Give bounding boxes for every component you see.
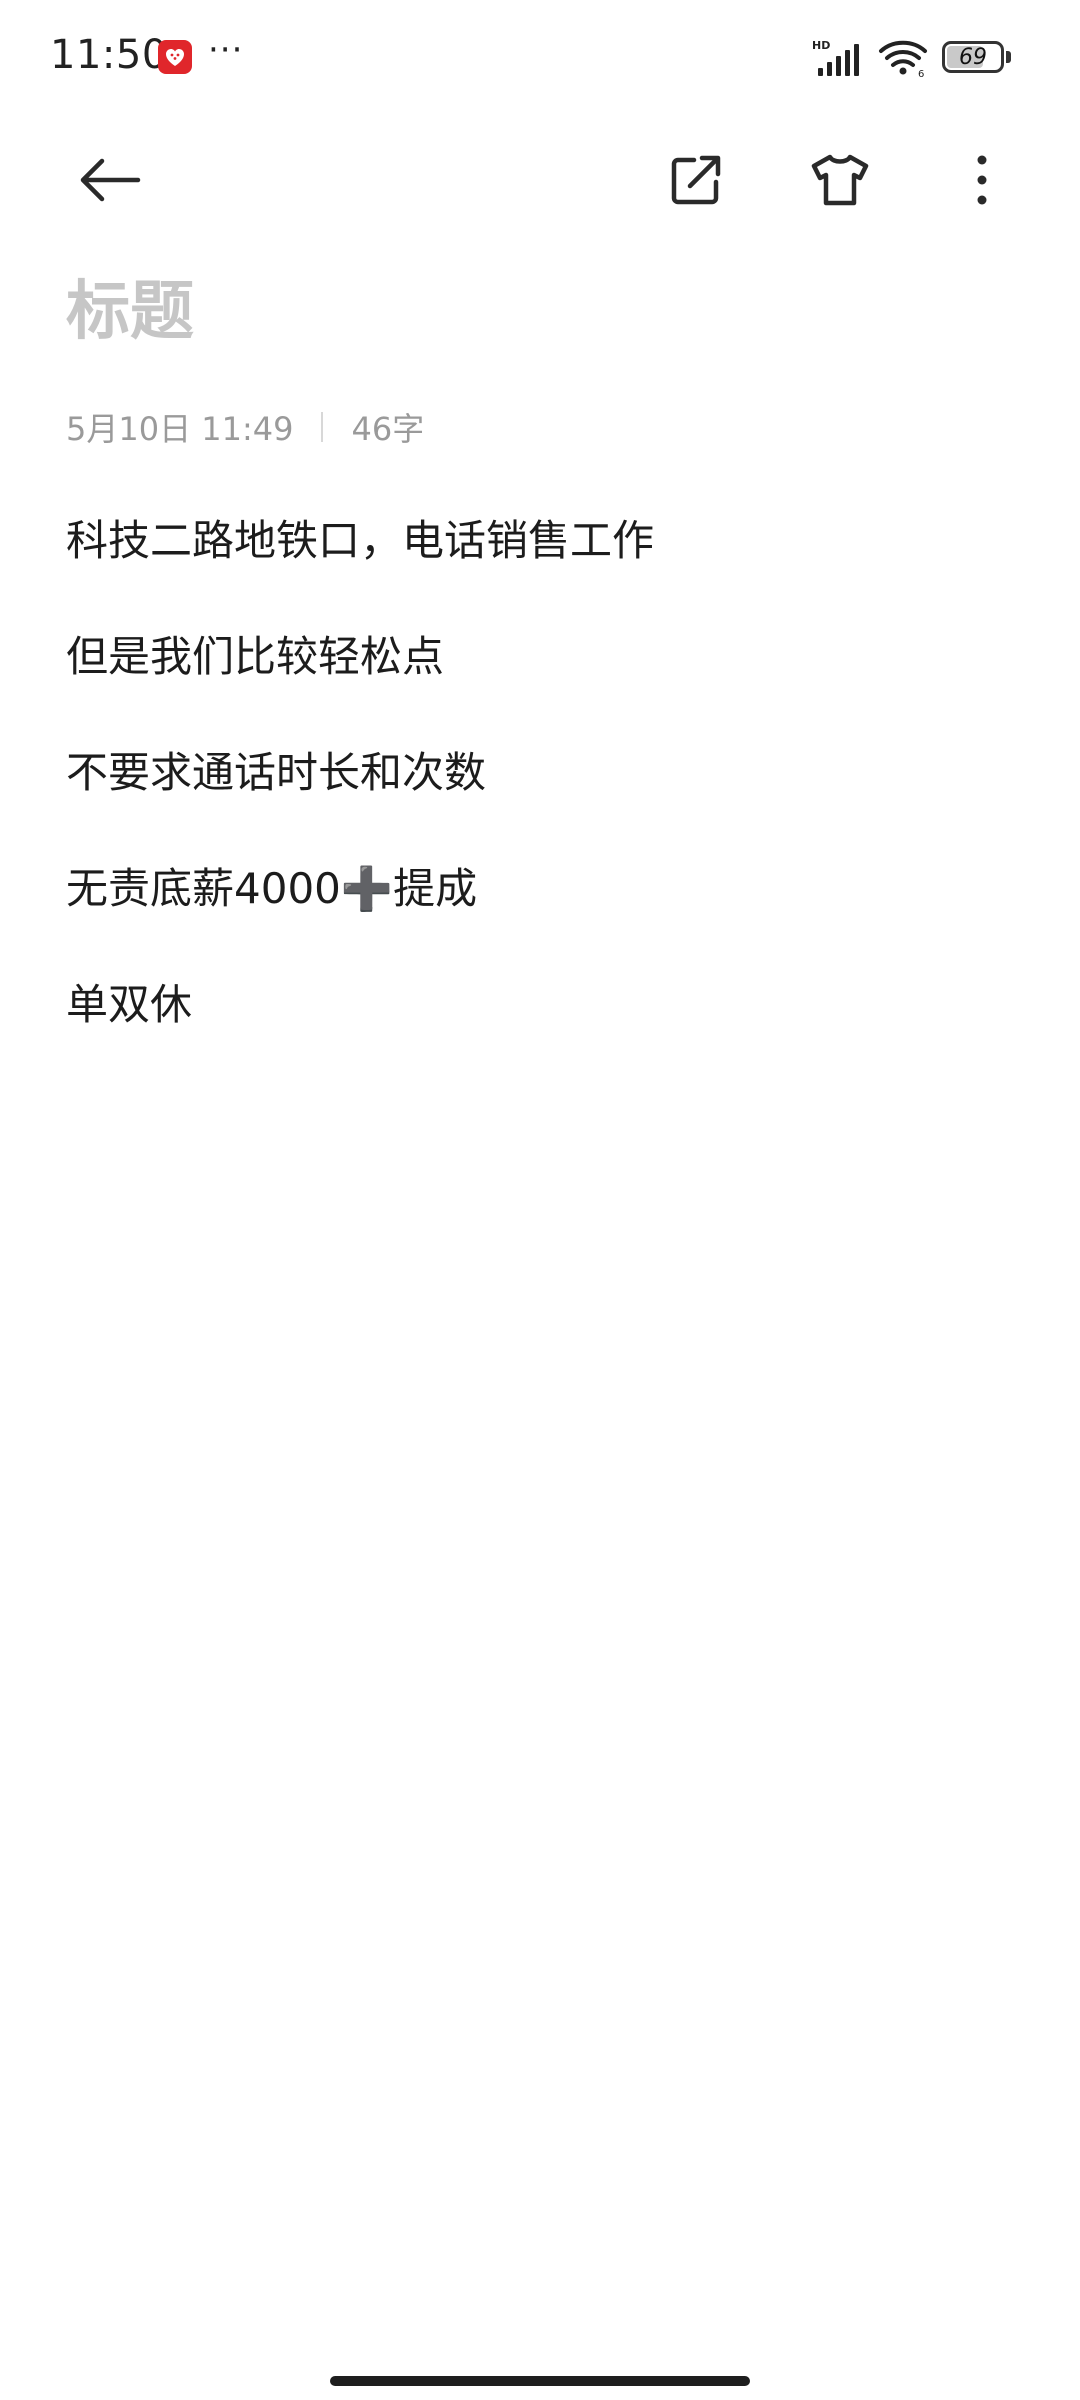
note-body-editor[interactable]: 科技二路地铁口，电话销售工作 但是我们比较轻松点 不要求通话时长和次数 无责底薪… bbox=[66, 510, 1016, 1090]
cellular-signal-icon: HD bbox=[812, 38, 864, 78]
more-options-button[interactable] bbox=[932, 130, 1032, 230]
share-button[interactable] bbox=[646, 130, 746, 230]
note-line: 科技二路地铁口，电话销售工作 bbox=[66, 516, 655, 565]
battery-level-text: 69 bbox=[959, 44, 987, 70]
note-line: 单双休 bbox=[66, 980, 193, 1029]
note-line: 不要求通话时长和次数 bbox=[66, 748, 487, 797]
theme-skin-button[interactable] bbox=[790, 130, 890, 230]
arrow-left-icon bbox=[80, 158, 141, 202]
note-char-count: 46字 bbox=[351, 410, 425, 448]
back-button[interactable] bbox=[60, 130, 160, 230]
wifi-icon: 6 bbox=[878, 38, 928, 80]
battery-icon: 69 bbox=[942, 41, 1012, 75]
svg-text:6: 6 bbox=[918, 69, 924, 78]
battery-tip bbox=[1006, 51, 1011, 63]
home-indicator[interactable] bbox=[330, 2376, 750, 2386]
note-toolbar bbox=[0, 130, 1080, 230]
note-line: 无责底薪4000➕提成 bbox=[66, 864, 478, 913]
note-date: 5月10日 11:49 bbox=[66, 410, 294, 448]
status-time: 11:50 bbox=[50, 32, 168, 78]
note-title-input[interactable]: 标题 bbox=[66, 272, 1006, 352]
signal-hd-label: HD bbox=[812, 39, 830, 52]
more-notifications-indicator: ··· bbox=[208, 30, 244, 70]
meta-divider bbox=[321, 412, 324, 442]
status-bar: 11:50 ··· HD 6 69 bbox=[0, 0, 1080, 118]
tshirt-icon bbox=[811, 154, 869, 206]
share-external-icon bbox=[671, 155, 721, 205]
pinduoduo-app-icon bbox=[158, 40, 192, 74]
status-right-group: HD 6 69 bbox=[812, 36, 1012, 80]
more-vertical-icon bbox=[977, 155, 987, 205]
note-meta: 5月10日 11:49 46字 bbox=[66, 404, 424, 450]
note-line: 但是我们比较轻松点 bbox=[66, 632, 445, 681]
